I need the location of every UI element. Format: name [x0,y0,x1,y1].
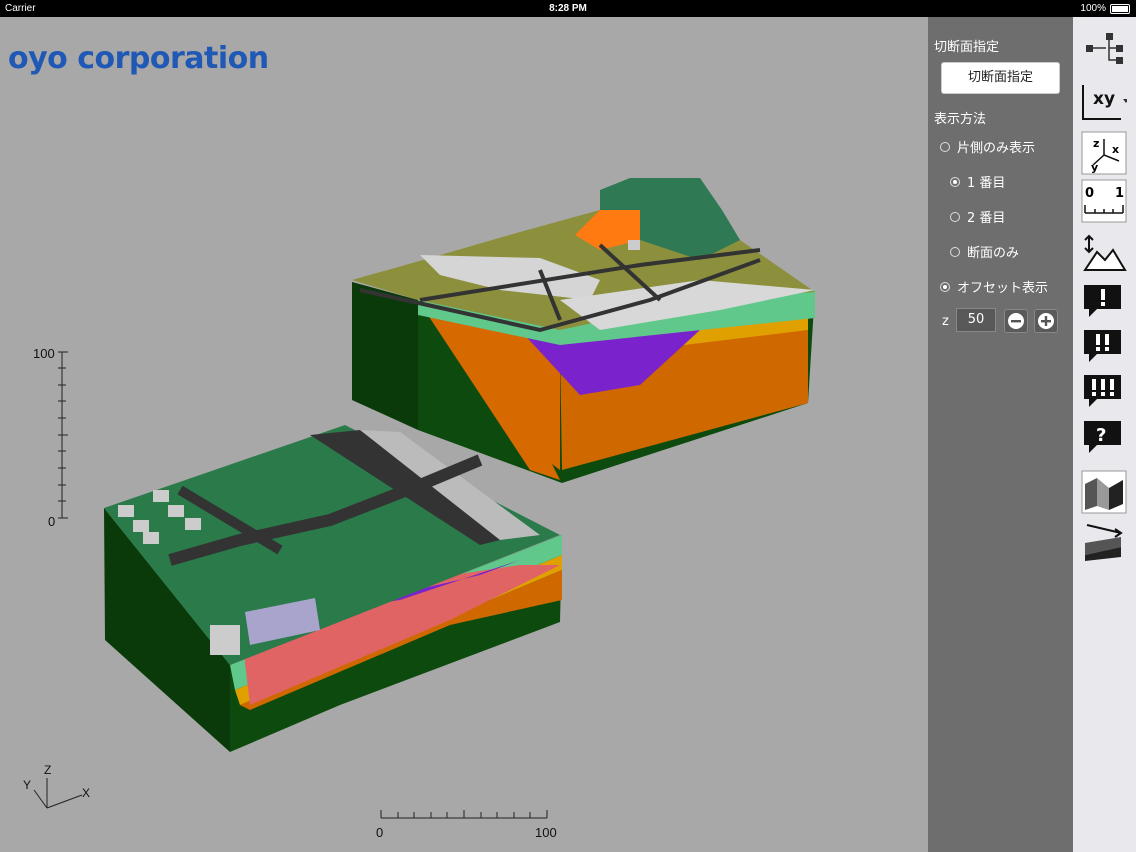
plus-icon [1038,313,1054,329]
settings-panel: 切断面指定 切断面指定 表示方法 片側のみ表示 1 番目 2 番目 断面のみ オ… [928,17,1073,852]
company-logo: oyo corporation [8,41,269,76]
z-offset-input[interactable]: 50 [956,308,996,332]
horizontal-scale [380,810,548,819]
ruler-icon: 0 1 [1081,179,1127,223]
axes-button[interactable]: z x y [1081,131,1127,175]
radio-second[interactable]: 2 番目 [950,207,1005,226]
hierarchy-icon [1086,33,1123,64]
view-plane-button[interactable]: xy [1081,79,1127,123]
radio-first[interactable]: 1 番目 [950,172,1005,191]
radio-label: 片側のみ表示 [957,141,1036,156]
scale-min-label: 0 [48,514,56,529]
tool-sidebar: xy z x y 0 1 ? [1073,17,1136,852]
battery-icon [1110,4,1130,14]
question-icon: ? [1084,421,1121,453]
ruler-button[interactable]: 0 1 [1081,179,1127,223]
rear-geology-block[interactable] [352,178,815,483]
axis-triad-icon [33,778,83,809]
axes-icon: z x y [1081,131,1127,175]
scale-max-label: 100 [33,346,55,361]
building-icon [628,240,640,250]
radio-one-side[interactable]: 片側のみ表示 [940,137,1035,156]
alert-3-icon [1084,375,1121,407]
radio-offset[interactable]: オフセット表示 [940,277,1048,296]
hierarchy-button[interactable] [1081,27,1127,71]
slice-icon [1085,524,1123,561]
axis-y-label: Y [23,778,32,792]
svg-text:z: z [1093,137,1099,150]
svg-text:0: 0 [1085,186,1094,201]
cross-section-button[interactable] [1081,470,1127,514]
terrain-button[interactable] [1081,232,1127,276]
geology-model[interactable] [0,17,928,852]
radio-label: オフセット表示 [957,281,1049,296]
svg-text:?: ? [1096,425,1106,446]
battery-label: 100% [1080,3,1106,14]
decrement-button[interactable] [1004,309,1028,333]
question-button[interactable]: ? [1081,415,1127,459]
cut-plane-button[interactable]: 切断面指定 [941,62,1060,94]
xy-label: xy [1093,89,1116,109]
alert-1-button[interactable] [1081,279,1127,323]
radio-icon[interactable] [940,141,950,152]
svg-text:1: 1 [1115,186,1124,201]
svg-text:y: y [1091,161,1098,174]
display-method-title: 表示方法 [934,112,987,127]
vertical-scale [58,351,68,519]
alert-3-button[interactable] [1081,369,1127,413]
status-time: 8:28 PM [549,3,587,14]
radio-icon[interactable] [950,211,960,222]
status-bar: Carrier 8:28 PM 100% [0,0,1136,17]
cross-section-icon [1081,470,1127,514]
alert-2-icon [1084,330,1121,362]
radio-section-only[interactable]: 断面のみ [950,242,1019,261]
radio-icon[interactable] [950,246,960,257]
terrain-icon [1083,234,1127,271]
radio-label: 2 番目 [967,211,1006,226]
axis-x-label: X [82,786,91,800]
svg-text:x: x [1112,143,1119,156]
radio-label: 1 番目 [967,176,1006,191]
alert-1-icon [1084,285,1121,317]
slice-button[interactable] [1081,517,1127,561]
hscale-min-label: 0 [376,825,384,840]
axis-z-label: Z [44,763,52,777]
radio-label: 断面のみ [967,246,1020,261]
radio-icon[interactable] [940,281,950,292]
3d-viewport[interactable]: oyo corporation 100 0 0 100 Z Y X [0,17,928,852]
hscale-max-label: 100 [535,825,557,840]
z-label: z [942,314,949,329]
increment-button[interactable] [1034,309,1058,333]
minus-icon [1008,313,1024,329]
cut-section-title: 切断面指定 [934,40,1000,55]
alert-2-button[interactable] [1081,324,1127,368]
radio-icon[interactable] [950,176,960,187]
front-geology-block[interactable] [104,425,562,752]
